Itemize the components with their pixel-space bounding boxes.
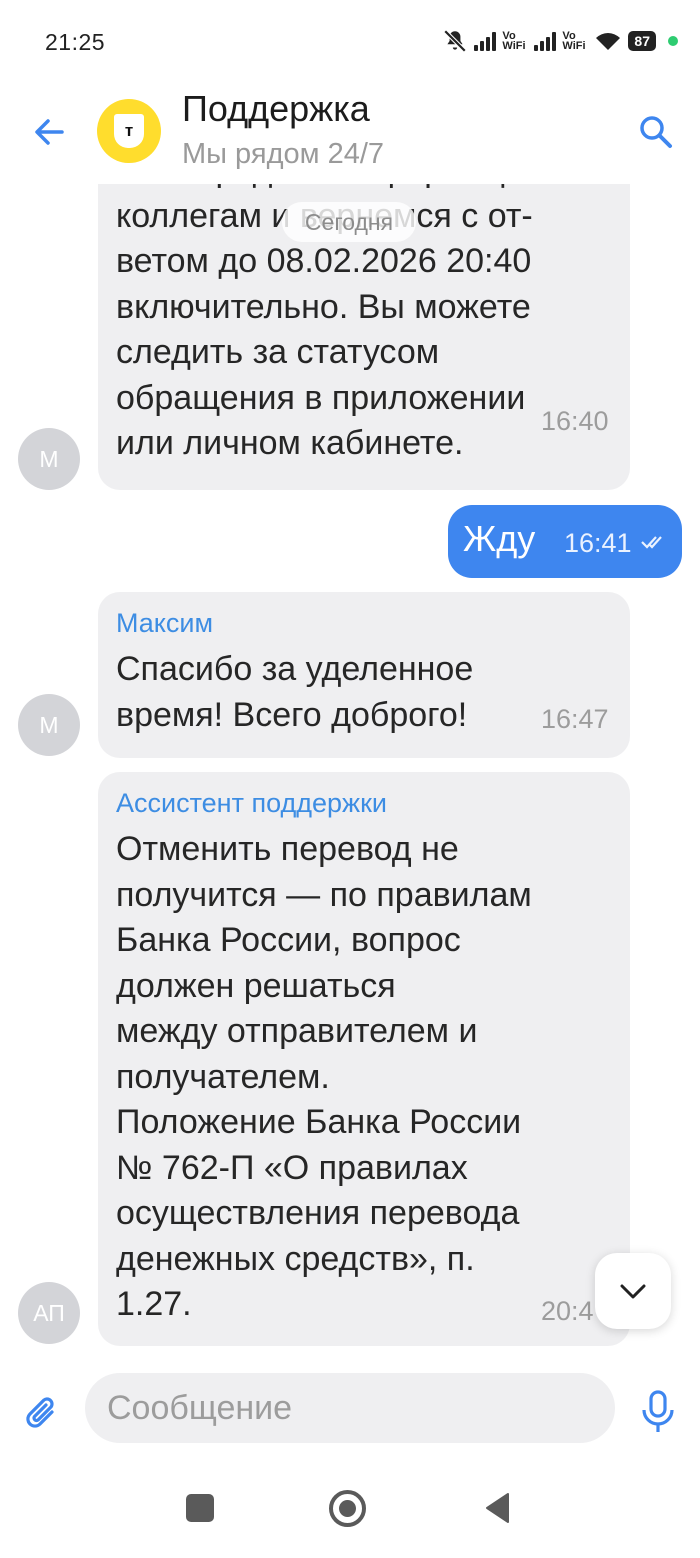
signal-icon [534, 31, 557, 51]
privacy-indicator [668, 36, 678, 46]
message-composer [0, 1364, 700, 1460]
message-text: Жду [463, 518, 536, 559]
system-nav-bar [0, 1460, 700, 1558]
message-time: 20:4 [541, 1296, 594, 1326]
bank-logo-icon: т [114, 114, 144, 148]
message-input[interactable] [85, 1373, 615, 1443]
status-time: 21:25 [45, 29, 106, 55]
chevron-down-icon [620, 1284, 646, 1299]
chat-subtitle: Мы рядом 24/7 [182, 138, 385, 170]
message-time: 16:40 [541, 406, 609, 436]
message-text: Отменить перевод не получится — по прави… [116, 830, 532, 1323]
read-checkmarks-icon [641, 536, 662, 549]
signal-icon [474, 31, 497, 51]
microphone-icon[interactable] [640, 1390, 676, 1434]
recent-apps-icon[interactable] [186, 1494, 214, 1522]
date-chip: Сегодня [282, 202, 416, 242]
message-text: Спасибо за уделенное время! Всего доброг… [116, 650, 474, 734]
chat-header: т Поддержка Мы рядом 24/7 [0, 84, 700, 184]
paperclip-icon[interactable] [22, 1394, 62, 1434]
message-bubble-outgoing[interactable]: Жду 16:41 [448, 505, 682, 578]
message-time: 16:41 [564, 528, 632, 558]
avatar[interactable]: М [18, 428, 80, 490]
back-arrow-icon[interactable] [28, 110, 72, 154]
search-icon[interactable] [636, 112, 676, 152]
status-icons: Vo WiFi Vo WiFi 87 [442, 26, 678, 56]
scroll-to-bottom-button[interactable] [595, 1253, 671, 1329]
avatar[interactable]: АП [18, 1282, 80, 1344]
vowifi-label: Vo WiFi [562, 30, 586, 52]
battery-icon: 87 [628, 31, 656, 51]
sender-name[interactable]: Максим [116, 608, 612, 639]
message-bubble-incoming[interactable]: Максим Спасибо за уделенное время! Всего… [98, 592, 630, 758]
sender-name[interactable]: Ассистент поддержки [116, 788, 612, 819]
chat-title[interactable]: Поддержка [182, 88, 370, 130]
message-time: 16:47 [541, 704, 609, 734]
message-bubble-incoming[interactable]: Ассистент поддержки Отменить перевод не … [98, 772, 630, 1346]
avatar[interactable]: М [18, 694, 80, 756]
nav-back-icon[interactable] [484, 1492, 510, 1524]
bank-logo-avatar[interactable]: т [97, 99, 161, 163]
vowifi-label: Vo WiFi [502, 30, 526, 52]
mute-icon [444, 29, 467, 53]
home-icon[interactable] [329, 1490, 366, 1527]
status-bar: 21:25 Vo WiFi Vo WiFi 87 [0, 0, 700, 84]
wifi-icon [596, 33, 621, 50]
message-list[interactable]: Мы передали информацию коллегам и вернем… [0, 184, 700, 1364]
